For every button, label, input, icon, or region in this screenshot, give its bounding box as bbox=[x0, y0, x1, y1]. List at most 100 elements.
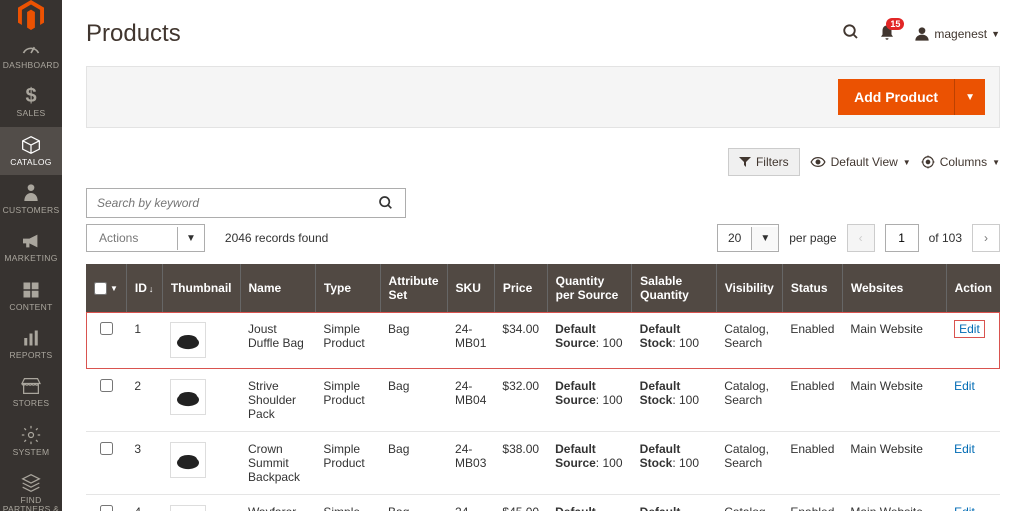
col-id[interactable]: ID↓ bbox=[126, 264, 162, 312]
products-table: ▼ ID↓ Thumbnail Name Type Attribute Set … bbox=[86, 264, 1000, 511]
cell-status: Enabled bbox=[782, 369, 842, 432]
nav-label: DASHBOARD bbox=[3, 61, 60, 70]
table-row[interactable]: 1Joust Duffle BagSimple ProductBag24-MB0… bbox=[86, 312, 1000, 369]
nav-item-reports[interactable]: REPORTS bbox=[0, 320, 62, 368]
dollar-icon: $ bbox=[25, 86, 36, 106]
col-type[interactable]: Type bbox=[315, 264, 380, 312]
chevron-down-icon[interactable]: ▼ bbox=[110, 284, 118, 293]
select-all-checkbox[interactable] bbox=[94, 282, 107, 295]
edit-link[interactable]: Edit bbox=[954, 505, 975, 511]
product-thumbnail bbox=[170, 322, 206, 358]
col-attr-set[interactable]: Attribute Set bbox=[380, 264, 447, 312]
cell-type: Simple Product bbox=[315, 495, 380, 511]
cell-id: 4 bbox=[126, 495, 162, 511]
col-qty-per-source[interactable]: Quantity per Source bbox=[547, 264, 632, 312]
table-row[interactable]: 2Strive Shoulder PackSimple ProductBag24… bbox=[86, 369, 1000, 432]
cell-type: Simple Product bbox=[315, 369, 380, 432]
nav-label: REPORTS bbox=[9, 351, 52, 360]
nav-item-find-partners-extensions[interactable]: FIND PARTNERS & EXTENSIONS bbox=[0, 465, 62, 511]
nav-item-customers[interactable]: CUSTOMERS bbox=[0, 175, 62, 223]
next-page-button[interactable]: › bbox=[972, 224, 1000, 252]
notifications-icon[interactable]: 15 bbox=[878, 24, 896, 45]
col-action[interactable]: Action bbox=[946, 264, 1000, 312]
cell-name: Wayfarer Messenger Bag bbox=[240, 495, 315, 511]
chevron-down-icon: ▼ bbox=[177, 227, 204, 250]
search-input[interactable] bbox=[87, 189, 367, 217]
main-content: Products 15 magenest ▼ Add Product ▼ bbox=[62, 0, 1024, 511]
cell-name: Joust Duffle Bag bbox=[240, 312, 315, 369]
col-salable-qty[interactable]: Salable Quantity bbox=[632, 264, 717, 312]
edit-link[interactable]: Edit bbox=[954, 442, 975, 456]
col-name[interactable]: Name bbox=[240, 264, 315, 312]
nav-item-catalog[interactable]: CATALOG bbox=[0, 127, 62, 175]
nav-item-content[interactable]: CONTENT bbox=[0, 272, 62, 320]
horn-icon bbox=[21, 231, 41, 251]
cell-name: Crown Summit Backpack bbox=[240, 432, 315, 495]
row-checkbox[interactable] bbox=[100, 379, 113, 392]
cell-sku: 24-MB01 bbox=[447, 312, 494, 369]
search-icon[interactable] bbox=[842, 23, 860, 46]
cell-visibility: Catalog, Search bbox=[716, 495, 782, 511]
nav-item-marketing[interactable]: MARKETING bbox=[0, 223, 62, 271]
cell-status: Enabled bbox=[782, 312, 842, 369]
per-page-select[interactable]: 20 ▼ bbox=[717, 224, 779, 252]
nav-label: CATALOG bbox=[10, 158, 51, 167]
columns-button[interactable]: Columns ▼ bbox=[921, 155, 1000, 169]
row-checkbox[interactable] bbox=[100, 322, 113, 335]
nav-item-sales[interactable]: $SALES bbox=[0, 78, 62, 126]
search-submit-icon[interactable] bbox=[367, 189, 405, 217]
product-thumbnail bbox=[170, 442, 206, 478]
nav-label: CUSTOMERS bbox=[3, 206, 60, 215]
cell-websites: Main Website bbox=[842, 312, 946, 369]
cell-attr-set: Bag bbox=[380, 495, 447, 511]
cell-name: Strive Shoulder Pack bbox=[240, 369, 315, 432]
actions-dropdown[interactable]: Actions ▼ bbox=[86, 224, 205, 252]
chevron-down-icon: ▼ bbox=[903, 158, 911, 167]
search-box bbox=[86, 188, 406, 218]
nav-item-dashboard[interactable]: DASHBOARD bbox=[0, 30, 62, 78]
cell-type: Simple Product bbox=[315, 312, 380, 369]
chevron-down-icon: ▼ bbox=[991, 29, 1000, 39]
cell-salable-qty: Default Stock: 100 bbox=[632, 369, 717, 432]
row-checkbox[interactable] bbox=[100, 442, 113, 455]
cell-price: $38.00 bbox=[494, 432, 547, 495]
cell-price: $34.00 bbox=[494, 312, 547, 369]
col-status[interactable]: Status bbox=[782, 264, 842, 312]
edit-link[interactable]: Edit bbox=[954, 379, 975, 393]
cell-visibility: Catalog, Search bbox=[716, 369, 782, 432]
col-sku[interactable]: SKU bbox=[447, 264, 494, 312]
table-row[interactable]: 3Crown Summit BackpackSimple ProductBag2… bbox=[86, 432, 1000, 495]
grid-toolbar: Filters Default View ▼ Columns ▼ bbox=[86, 148, 1000, 176]
cell-attr-set: Bag bbox=[380, 312, 447, 369]
nav-item-stores[interactable]: STORES bbox=[0, 368, 62, 416]
magento-logo[interactable] bbox=[0, 0, 62, 30]
cell-attr-set: Bag bbox=[380, 432, 447, 495]
filters-button[interactable]: Filters bbox=[728, 148, 800, 176]
col-websites[interactable]: Websites bbox=[842, 264, 946, 312]
cell-salable-qty: Default Stock: 100 bbox=[632, 495, 717, 511]
page-number-input[interactable] bbox=[885, 224, 919, 252]
toolbar: Add Product ▼ bbox=[86, 66, 1000, 128]
cell-websites: Main Website bbox=[842, 432, 946, 495]
sort-down-icon: ↓ bbox=[149, 284, 154, 294]
default-view-button[interactable]: Default View ▼ bbox=[810, 155, 911, 169]
prev-page-button[interactable]: ‹ bbox=[847, 224, 875, 252]
add-product-dropdown[interactable]: ▼ bbox=[954, 79, 985, 115]
col-price[interactable]: Price bbox=[494, 264, 547, 312]
chevron-down-icon: ▼ bbox=[751, 227, 778, 250]
store-icon bbox=[21, 376, 41, 396]
col-thumbnail[interactable]: Thumbnail bbox=[162, 264, 240, 312]
blocks-icon bbox=[22, 280, 40, 300]
user-menu[interactable]: magenest ▼ bbox=[914, 26, 1000, 42]
nav-label: FIND PARTNERS & EXTENSIONS bbox=[2, 496, 60, 511]
table-row[interactable]: 4 Wayfarer Messenger BagSimple ProductBag… bbox=[86, 495, 1000, 511]
row-checkbox[interactable] bbox=[100, 505, 113, 511]
col-visibility[interactable]: Visibility bbox=[716, 264, 782, 312]
edit-link[interactable]: Edit bbox=[954, 320, 985, 338]
dash-icon bbox=[21, 38, 41, 58]
cell-visibility: Catalog, Search bbox=[716, 432, 782, 495]
nav-item-system[interactable]: SYSTEM bbox=[0, 417, 62, 465]
username: magenest bbox=[934, 27, 987, 41]
cell-price: $32.00 bbox=[494, 369, 547, 432]
add-product-button[interactable]: Add Product bbox=[838, 79, 954, 115]
